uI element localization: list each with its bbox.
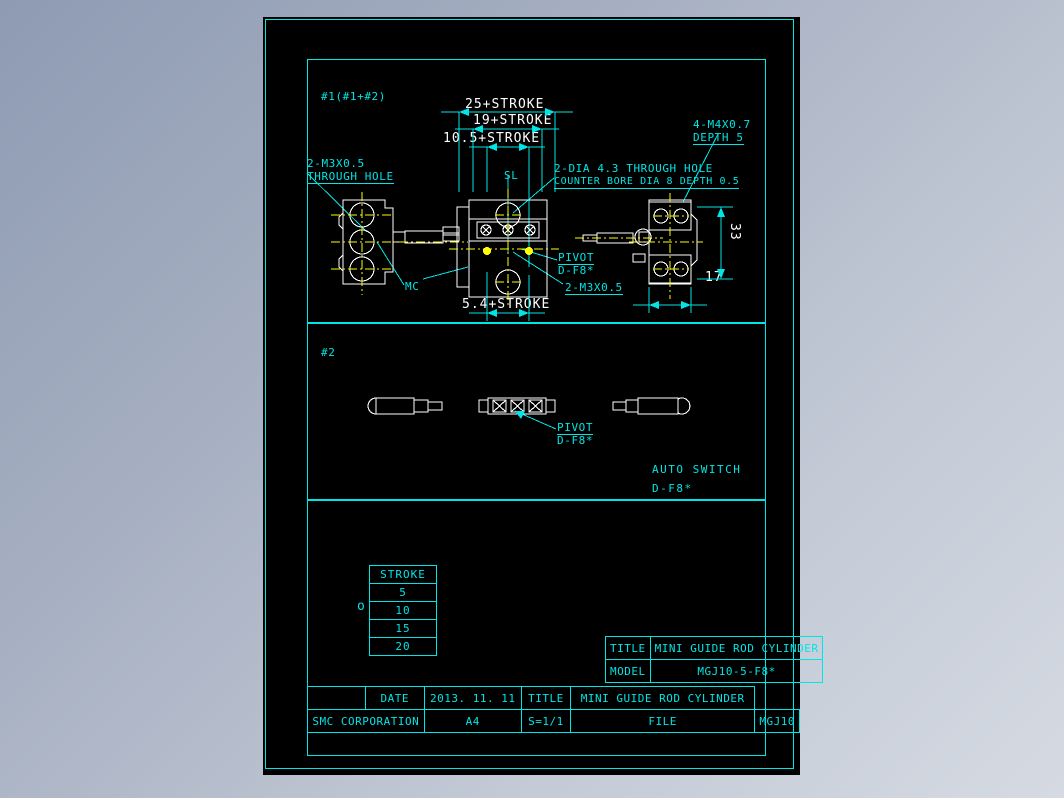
table-row[interactable]: 10 [369,601,437,620]
table-row: DATE 2013. 11. 11 TITLE MINI GUIDE ROD C… [307,686,800,710]
table-row[interactable]: 5 [369,583,437,602]
titleblock-date-label: DATE [365,686,425,710]
panel2-left-cylinder [367,397,443,415]
stroke-header: STROKE [369,565,437,584]
stroke-value-15[interactable]: 15 [369,619,437,638]
table-row: SMC CORPORATION A4 S=1/1 FILE MGJ10 [307,709,800,733]
titleblock-company: SMC CORPORATION [307,709,425,733]
titleblock-file-value: MGJ10 [754,709,800,733]
table-row-header: STROKE [369,565,437,584]
table-row: MODEL MGJ10-5-F8* [605,659,824,683]
info-model-label: MODEL [605,659,651,683]
stroke-value-20[interactable]: 20 [369,637,437,656]
titleblock-title-value: MINI GUIDE ROD CYLINDER [569,686,756,710]
titleblock-file-label: FILE [569,709,756,733]
titleblock-scale: S=1/1 [521,709,571,733]
titleblock-size: A4 [423,709,523,733]
stroke-selected-marker: o [357,599,366,614]
titleblock-date-value: 2013. 11. 11 [423,686,523,710]
cad-drawing-viewer: #1(#1+#2) 25+STROKE 19+STROKE 10.5+STROK… [0,0,1064,798]
titleblock-blank [307,686,366,710]
stroke-value-5[interactable]: 5 [369,583,437,602]
info-model-value: MGJ10-5-F8* [649,659,824,683]
titleblock-title-label: TITLE [521,686,571,710]
table-row: TITLE MINI GUIDE ROD CYLINDER [605,636,824,660]
model-info-table: TITLE MINI GUIDE ROD CYLINDER MODEL MGJ1… [605,636,824,683]
cad-sheet: #1(#1+#2) 25+STROKE 19+STROKE 10.5+STROK… [263,17,824,775]
info-title-value: MINI GUIDE ROD CYLINDER [649,636,824,660]
info-title-label: TITLE [605,636,651,660]
table-row[interactable]: 20 [369,637,437,656]
title-block: DATE 2013. 11. 11 TITLE MINI GUIDE ROD C… [307,686,800,733]
panel2-right-cylinder [612,397,691,415]
stroke-value-10[interactable]: 10 [369,601,437,620]
stroke-table[interactable]: STROKE 5 10 15 20 [369,565,437,656]
table-row[interactable]: 15 [369,619,437,638]
